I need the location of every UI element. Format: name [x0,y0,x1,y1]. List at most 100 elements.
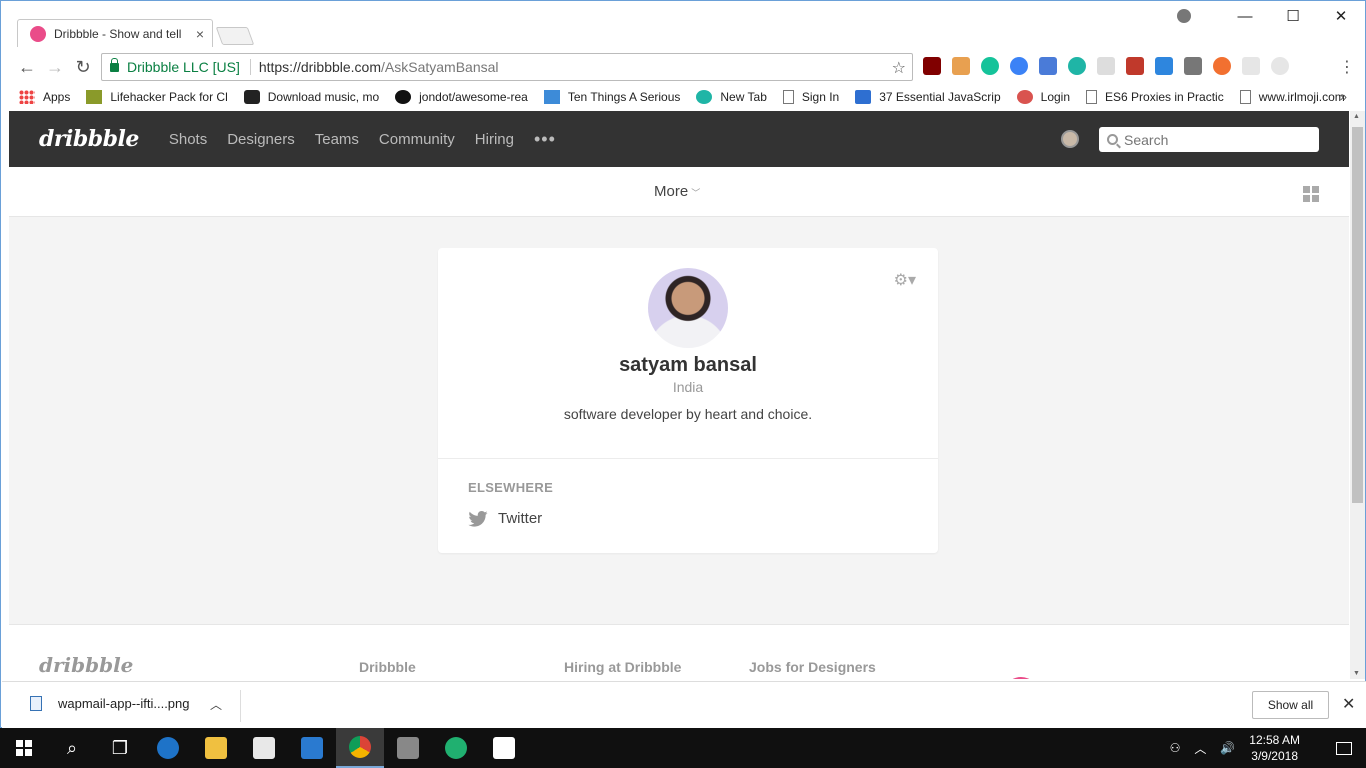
bookmark-item[interactable]: Download music, mo [243,90,379,104]
bookmark-item[interactable]: Login [1016,90,1071,104]
page-viewport: dribbble Shots Designers Teams Community… [9,111,1349,679]
clock[interactable]: 12:58 AM 3/9/2018 [1249,732,1314,764]
extension-icon[interactable] [1242,57,1260,75]
bookmark-label: Ten Things A Serious [567,90,681,104]
new-tab-button[interactable] [215,27,255,45]
dribbble-ball-icon [1003,677,1039,679]
file-explorer-icon[interactable] [192,728,240,768]
chevron-up-icon[interactable]: ︿ [210,696,222,713]
profile-icon[interactable] [1177,9,1191,23]
footer-logo[interactable]: dribbble [39,653,133,677]
bookmark-label: New Tab [720,90,767,104]
scroll-up-icon[interactable]: ▲ [1353,113,1360,120]
grammarly-icon[interactable] [981,57,999,75]
footer-link-dribbble[interactable]: Dribbble [359,659,416,675]
search-taskbar-icon[interactable]: ⌕ [48,728,96,768]
m-extension-icon[interactable] [1068,57,1086,75]
minimize-icon[interactable]: — [1221,8,1269,25]
maximize-icon[interactable]: ☐ [1269,7,1317,25]
user-avatar[interactable] [1061,130,1079,148]
bookmark-label: 37 Essential JavaScrip [879,90,1001,104]
ublock-icon[interactable] [923,57,941,75]
bookmark-label: Login [1040,90,1071,104]
browser-tab[interactable]: Dribbble - Show and tell × [17,19,213,47]
bookmark-apps[interactable]: Apps [19,90,70,104]
volume-icon[interactable]: 🔊 [1220,741,1235,755]
nav-shots[interactable]: Shots [169,131,207,148]
card-divider [438,458,938,459]
footer-link-jobs[interactable]: Jobs for Designers [749,659,876,675]
profile-location[interactable]: India [438,379,938,395]
grid-view-icon[interactable] [1303,186,1319,202]
car-icon [243,90,260,104]
nav-designers[interactable]: Designers [227,131,295,148]
close-downloads-icon[interactable]: ✕ [1342,694,1355,714]
translate-icon[interactable] [1039,57,1057,75]
more-dropdown[interactable]: More ﹀ [654,183,700,200]
people-icon[interactable]: ⚇ [1170,741,1181,755]
show-hidden-icons[interactable]: ︿ [1194,740,1206,757]
footer-link-hiring[interactable]: Hiring at Dribbble [564,659,681,675]
bookmark-item[interactable]: ES6 Proxies in Practic [1086,90,1224,104]
downloads-bar: wapmail-app--ifti....png ︿ Show all ✕ [2,681,1366,729]
close-icon[interactable]: ✕ [1317,7,1365,25]
speaker-app-icon[interactable] [384,728,432,768]
lock-icon [110,57,119,72]
tab-close-icon[interactable]: × [196,26,204,42]
bookmark-item[interactable]: Lifehacker Pack for Cl [86,90,228,104]
tab-strip: Dribbble - Show and tell × — ☐ ✕ [1,1,1365,47]
notifications-icon[interactable] [1336,741,1352,755]
omnibox-separator [249,59,251,75]
bookmark-item[interactable]: New Tab [696,90,767,104]
nav-more-icon[interactable]: ••• [534,129,556,150]
more-label: More [654,183,689,200]
bookmark-label: jondot/awesome-rea [419,90,528,104]
bookmark-item[interactable]: Sign In [782,90,839,104]
forward-icon[interactable]: → [41,57,69,78]
extension-icon[interactable] [1097,57,1115,75]
show-all-button[interactable]: Show all [1252,691,1329,719]
scroll-thumb[interactable] [1352,127,1363,503]
gear-icon[interactable]: ⚙▾ [894,270,916,290]
download-item[interactable]: wapmail-app--ifti....png [30,696,190,711]
task-view-icon[interactable]: ❐ [96,728,144,768]
menu-icon[interactable]: ⋮ [1339,57,1355,77]
mail-icon[interactable] [480,728,528,768]
store-icon[interactable] [240,728,288,768]
shield-icon[interactable] [1184,57,1202,75]
extension-icon[interactable] [1271,57,1289,75]
extension-icon[interactable] [952,57,970,75]
nav-community[interactable]: Community [379,131,455,148]
bookmark-item[interactable]: www.irlmoji.com [1239,90,1345,104]
twitter-link[interactable]: Twitter [468,510,542,527]
twitter-icon [468,510,488,527]
chrome-icon[interactable] [336,728,384,768]
back-icon[interactable]: ← [13,57,41,78]
page-scrollbar[interactable]: ▲ ▼ [1350,111,1365,679]
edge-icon[interactable] [144,728,192,768]
bookmark-extension-icon[interactable] [1126,57,1144,75]
dribbble-logo[interactable]: dribbble [39,126,139,152]
scroll-down-icon[interactable]: ▼ [1353,670,1360,677]
url-text: https://dribbble.com/AskSatyamBansal [259,59,499,75]
search-box[interactable] [1099,127,1319,152]
windows-taskbar: ⌕ ❐ ⚇ ︿ 🔊 12:58 AM 3/9/2018 [0,728,1366,768]
bookmark-item[interactable]: Ten Things A Serious [543,90,681,104]
bookmark-item[interactable]: jondot/awesome-rea [395,90,528,104]
github-icon [395,90,412,104]
site-header: dribbble Shots Designers Teams Community… [9,111,1349,167]
nav-hiring[interactable]: Hiring [475,131,514,148]
star-icon[interactable]: ☆ [892,58,906,78]
address-bar[interactable]: Dribbble LLC [US] https://dribbble.com/A… [101,53,913,81]
windows-start-icon[interactable] [0,728,48,768]
search-input[interactable] [1124,131,1314,148]
lifebuoy-icon[interactable] [1213,57,1231,75]
telegram-icon[interactable] [432,728,480,768]
bookmark-item[interactable]: 37 Essential JavaScrip [855,90,1001,104]
bookmarks-overflow-icon[interactable]: » [1340,89,1347,104]
nav-teams[interactable]: Teams [315,131,359,148]
sync-icon[interactable] [1010,57,1028,75]
window-extension-icon[interactable] [1155,57,1173,75]
vscode-icon[interactable] [288,728,336,768]
reload-icon[interactable]: ↻ [69,57,97,78]
